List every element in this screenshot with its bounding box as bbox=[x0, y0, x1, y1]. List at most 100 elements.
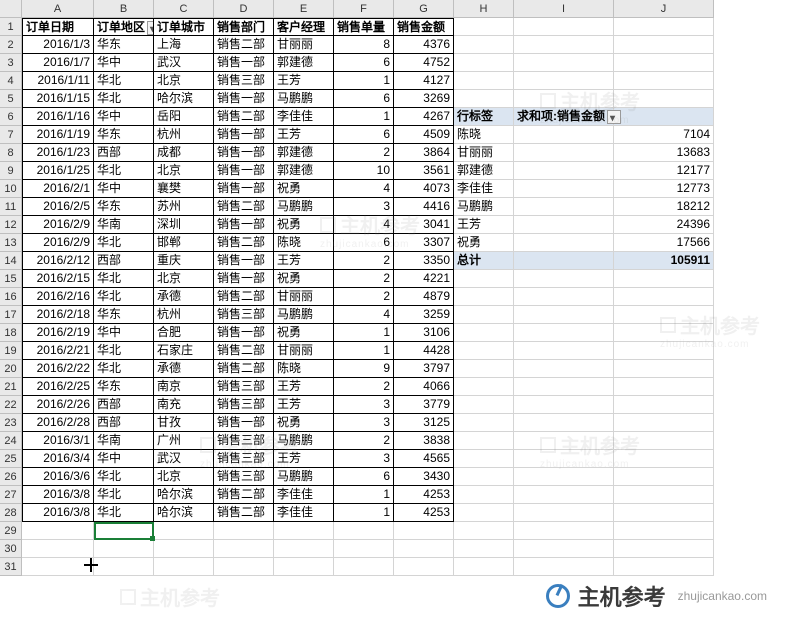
cell-F26[interactable]: 6 bbox=[334, 468, 394, 486]
cell-D17[interactable]: 销售三部 bbox=[214, 306, 274, 324]
col-header-D[interactable]: D bbox=[214, 0, 274, 18]
cell-B22[interactable]: 西部 bbox=[94, 396, 154, 414]
cell-F28[interactable]: 1 bbox=[334, 504, 394, 522]
cell-B19[interactable]: 华北 bbox=[94, 342, 154, 360]
cell-H24[interactable] bbox=[454, 432, 514, 450]
cell-F21[interactable]: 2 bbox=[334, 378, 394, 396]
cell-J11[interactable]: 18212 bbox=[614, 198, 714, 216]
cell-E22[interactable]: 王芳 bbox=[274, 396, 334, 414]
cell-J21[interactable] bbox=[614, 378, 714, 396]
cell-G28[interactable]: 4253 bbox=[394, 504, 454, 522]
cell-C4[interactable]: 北京 bbox=[154, 72, 214, 90]
cell-J28[interactable] bbox=[614, 504, 714, 522]
cell-C7[interactable]: 杭州 bbox=[154, 126, 214, 144]
cell-E30[interactable] bbox=[274, 540, 334, 558]
cell-C3[interactable]: 武汉 bbox=[154, 54, 214, 72]
cell-E23[interactable]: 祝勇 bbox=[274, 414, 334, 432]
cell-J18[interactable] bbox=[614, 324, 714, 342]
cell-G12[interactable]: 3041 bbox=[394, 216, 454, 234]
cell-E8[interactable]: 郭建德 bbox=[274, 144, 334, 162]
cell-F5[interactable]: 6 bbox=[334, 90, 394, 108]
cell-F3[interactable]: 6 bbox=[334, 54, 394, 72]
cell-J9[interactable]: 12177 bbox=[614, 162, 714, 180]
cell-J12[interactable]: 24396 bbox=[614, 216, 714, 234]
cell-B1[interactable]: 订单地区 bbox=[94, 18, 154, 36]
cell-G27[interactable]: 4253 bbox=[394, 486, 454, 504]
row-header-17[interactable]: 17 bbox=[0, 306, 22, 324]
cell-H12[interactable]: 王芳 bbox=[454, 216, 514, 234]
cell-B23[interactable]: 西部 bbox=[94, 414, 154, 432]
cell-D20[interactable]: 销售二部 bbox=[214, 360, 274, 378]
col-header-F[interactable]: F bbox=[334, 0, 394, 18]
cell-J23[interactable] bbox=[614, 414, 714, 432]
cell-A6[interactable]: 2016/1/16 bbox=[22, 108, 94, 126]
cell-D8[interactable]: 销售一部 bbox=[214, 144, 274, 162]
cell-B12[interactable]: 华南 bbox=[94, 216, 154, 234]
cell-G7[interactable]: 4509 bbox=[394, 126, 454, 144]
cell-E27[interactable]: 李佳佳 bbox=[274, 486, 334, 504]
cell-D27[interactable]: 销售二部 bbox=[214, 486, 274, 504]
cell-D4[interactable]: 销售三部 bbox=[214, 72, 274, 90]
cell-C10[interactable]: 襄樊 bbox=[154, 180, 214, 198]
col-header-H[interactable]: H bbox=[454, 0, 514, 18]
cell-A1[interactable]: 订单日期 bbox=[22, 18, 94, 36]
row-header-28[interactable]: 28 bbox=[0, 504, 22, 522]
cell-C2[interactable]: 上海 bbox=[154, 36, 214, 54]
cell-D3[interactable]: 销售一部 bbox=[214, 54, 274, 72]
cell-I24[interactable] bbox=[514, 432, 614, 450]
cell-C15[interactable]: 北京 bbox=[154, 270, 214, 288]
cell-A18[interactable]: 2016/2/19 bbox=[22, 324, 94, 342]
cell-H26[interactable] bbox=[454, 468, 514, 486]
cell-B14[interactable]: 西部 bbox=[94, 252, 154, 270]
cell-G1[interactable]: 销售金额 bbox=[394, 18, 454, 36]
row-header-4[interactable]: 4 bbox=[0, 72, 22, 90]
cell-E5[interactable]: 马鹏鹏 bbox=[274, 90, 334, 108]
cell-F11[interactable]: 3 bbox=[334, 198, 394, 216]
cell-G14[interactable]: 3350 bbox=[394, 252, 454, 270]
cell-J8[interactable]: 13683 bbox=[614, 144, 714, 162]
cell-G11[interactable]: 4416 bbox=[394, 198, 454, 216]
col-header-G[interactable]: G bbox=[394, 0, 454, 18]
row-header-1[interactable]: 1 bbox=[0, 18, 22, 36]
cell-F12[interactable]: 4 bbox=[334, 216, 394, 234]
cell-I27[interactable] bbox=[514, 486, 614, 504]
cell-A13[interactable]: 2016/2/9 bbox=[22, 234, 94, 252]
cell-H20[interactable] bbox=[454, 360, 514, 378]
cell-J16[interactable] bbox=[614, 288, 714, 306]
row-header-19[interactable]: 19 bbox=[0, 342, 22, 360]
cell-D23[interactable]: 销售一部 bbox=[214, 414, 274, 432]
cell-E15[interactable]: 祝勇 bbox=[274, 270, 334, 288]
cell-E28[interactable]: 李佳佳 bbox=[274, 504, 334, 522]
cell-J22[interactable] bbox=[614, 396, 714, 414]
cell-H9[interactable]: 郭建德 bbox=[454, 162, 514, 180]
cell-E21[interactable]: 王芳 bbox=[274, 378, 334, 396]
row-header-5[interactable]: 5 bbox=[0, 90, 22, 108]
cell-H28[interactable] bbox=[454, 504, 514, 522]
cell-G2[interactable]: 4376 bbox=[394, 36, 454, 54]
row-header-13[interactable]: 13 bbox=[0, 234, 22, 252]
row-header-3[interactable]: 3 bbox=[0, 54, 22, 72]
cell-D12[interactable]: 销售一部 bbox=[214, 216, 274, 234]
cell-A22[interactable]: 2016/2/26 bbox=[22, 396, 94, 414]
cell-C28[interactable]: 哈尔滨 bbox=[154, 504, 214, 522]
cell-A17[interactable]: 2016/2/18 bbox=[22, 306, 94, 324]
cell-E2[interactable]: 甘丽丽 bbox=[274, 36, 334, 54]
cell-G22[interactable]: 3779 bbox=[394, 396, 454, 414]
cell-B7[interactable]: 华东 bbox=[94, 126, 154, 144]
cell-F1[interactable]: 销售单量 bbox=[334, 18, 394, 36]
grid-cells[interactable]: 订单日期订单地区订单城市销售部门客户经理销售单量销售金额2016/1/3华东上海… bbox=[22, 18, 791, 576]
cell-J26[interactable] bbox=[614, 468, 714, 486]
row-header-12[interactable]: 12 bbox=[0, 216, 22, 234]
cell-I30[interactable] bbox=[514, 540, 614, 558]
cell-D14[interactable]: 销售一部 bbox=[214, 252, 274, 270]
cell-A10[interactable]: 2016/2/1 bbox=[22, 180, 94, 198]
cell-I10[interactable] bbox=[514, 180, 614, 198]
cell-G23[interactable]: 3125 bbox=[394, 414, 454, 432]
cell-C20[interactable]: 承德 bbox=[154, 360, 214, 378]
cell-I25[interactable] bbox=[514, 450, 614, 468]
cell-D6[interactable]: 销售二部 bbox=[214, 108, 274, 126]
cell-I8[interactable] bbox=[514, 144, 614, 162]
row-header-18[interactable]: 18 bbox=[0, 324, 22, 342]
cell-G19[interactable]: 4428 bbox=[394, 342, 454, 360]
cell-D5[interactable]: 销售一部 bbox=[214, 90, 274, 108]
